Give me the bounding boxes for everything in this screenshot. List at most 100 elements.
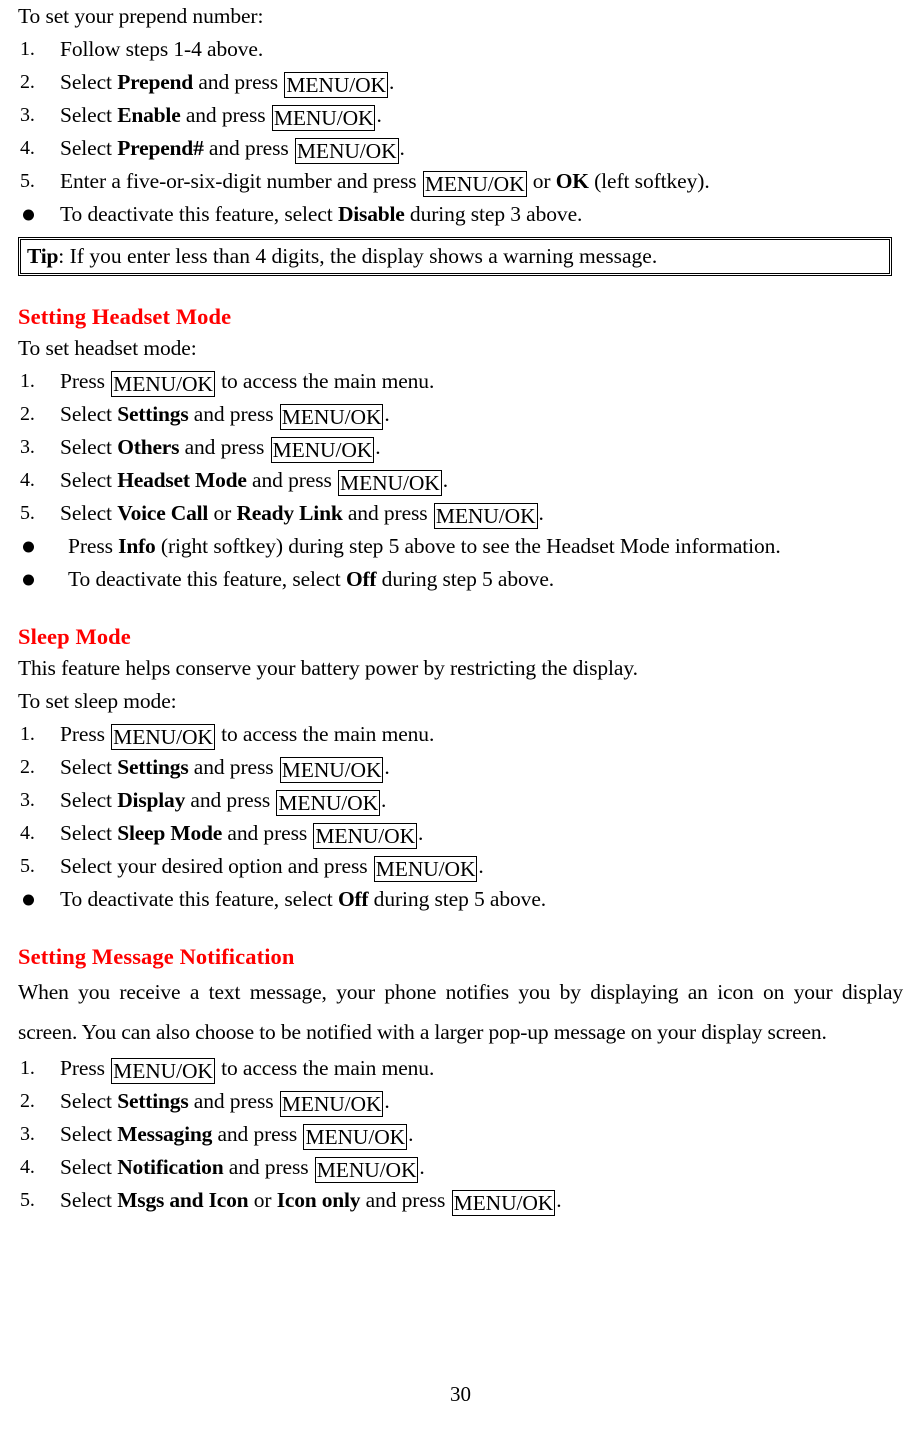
step-text-mid: and press: [185, 788, 276, 812]
step-text-post: .: [384, 1089, 390, 1113]
tip-text: : If you enter less than 4 digits, the d…: [58, 244, 658, 268]
menu-ok-key[interactable]: MENU/OK: [270, 437, 375, 463]
bullet-text-post: (right softkey) during step 5 above to s…: [155, 534, 781, 558]
step-text-tail: (left softkey).: [588, 169, 710, 193]
bullet-icon: [23, 574, 34, 585]
bullet-text-post: during step 3 above.: [404, 202, 583, 226]
notification-paragraph-line-2: screen. You can also choose to be notifi…: [18, 1020, 827, 1044]
step-text-post: .: [375, 435, 381, 459]
sleep-intro: To set sleep mode:: [18, 689, 177, 713]
menu-ok-key[interactable]: MENU/OK: [111, 1058, 215, 1084]
list-item: 2. Select Prepend and press MENU/OK.: [18, 66, 903, 99]
step-text-pre: Select: [60, 435, 118, 459]
bullet-bold-term: Disable: [337, 202, 405, 226]
menu-ok-key[interactable]: MENU/OK: [271, 105, 376, 131]
menu-ok-key[interactable]: MENU/OK: [276, 790, 381, 816]
step-text-mid: and press: [212, 1122, 303, 1146]
document-page: To set your prepend number: 1. Follow st…: [0, 0, 921, 1429]
sleep-steps-list: 1. Press MENU/OK to access the main menu…: [18, 718, 903, 883]
list-item: 4. Select Headset Mode and press MENU/OK…: [18, 464, 903, 497]
step-bold-term: Display: [117, 788, 186, 812]
menu-ok-key[interactable]: MENU/OK: [373, 856, 478, 882]
menu-ok-key[interactable]: MENU/OK: [279, 404, 384, 430]
menu-ok-key[interactable]: MENU/OK: [279, 1091, 384, 1117]
step-text-post: .: [408, 1122, 414, 1146]
step-text-pre: Select: [60, 70, 118, 94]
prepend-steps-list: 1. Follow steps 1-4 above. 2. Select Pre…: [18, 33, 903, 198]
step-text-pre: Press: [60, 369, 111, 393]
list-item: To deactivate this feature, select Off d…: [18, 563, 903, 596]
step-text-post: .: [381, 788, 387, 812]
heading-setting-message-notification: Setting Message Notification: [18, 944, 295, 969]
list-item: 5. Select your desired option and press …: [18, 850, 903, 883]
headset-intro: To set headset mode:: [18, 336, 197, 360]
step-text-post: to access the main menu.: [215, 722, 435, 746]
step-text-post: .: [478, 854, 484, 878]
step-text-post: .: [384, 402, 390, 426]
menu-ok-key[interactable]: MENU/OK: [314, 1157, 419, 1183]
step-text-post: .: [442, 468, 448, 492]
step-text: Follow steps 1-4 above.: [60, 37, 264, 61]
menu-ok-key[interactable]: MENU/OK: [451, 1190, 556, 1216]
step-number: 1.: [20, 38, 35, 60]
menu-ok-key[interactable]: MENU/OK: [111, 371, 215, 397]
step-text-mid: and press: [203, 136, 294, 160]
step-text-pre: Select your desired option and press: [60, 854, 373, 878]
menu-ok-key[interactable]: MENU/OK: [111, 724, 215, 750]
bullet-text-pre: To deactivate this feature, select: [68, 567, 346, 591]
step-bold-term-2: Icon only: [276, 1188, 361, 1212]
menu-ok-key[interactable]: MENU/OK: [313, 823, 418, 849]
step-bold-term: Prepend#: [117, 136, 204, 160]
step-text-mid-2: and press: [342, 501, 433, 525]
tip-box: Tip: If you enter less than 4 digits, th…: [18, 237, 892, 276]
step-bold-term: Sleep Mode: [117, 821, 223, 845]
step-bold-term: Others: [117, 435, 180, 459]
list-item: 2. Select Settings and press MENU/OK.: [18, 751, 903, 784]
sleep-description: This feature helps conserve your battery…: [18, 656, 638, 680]
step-number: 4.: [20, 1156, 35, 1178]
step-text-mid: and press: [188, 402, 279, 426]
step-number: 5.: [20, 1189, 35, 1211]
step-text-pre: Select: [60, 821, 118, 845]
step-text-pre: Select: [60, 136, 118, 160]
heading-setting-headset-mode: Setting Headset Mode: [18, 304, 232, 329]
menu-ok-key[interactable]: MENU/OK: [279, 757, 384, 783]
step-text-post: .: [556, 1188, 562, 1212]
ok-softkey-term: OK: [555, 169, 589, 193]
bullet-icon: [23, 209, 34, 220]
step-number: 4.: [20, 469, 35, 491]
menu-ok-key[interactable]: MENU/OK: [338, 470, 442, 496]
step-number: 2.: [20, 1090, 35, 1112]
menu-ok-key[interactable]: MENU/OK: [303, 1124, 408, 1150]
step-text-post: to access the main menu.: [215, 369, 435, 393]
bullet-text-post: during step 5 above.: [376, 567, 555, 591]
step-bold-term: Settings: [117, 755, 189, 779]
list-item: 1. Press MENU/OK to access the main menu…: [18, 1052, 903, 1085]
step-number: 3.: [20, 104, 35, 126]
step-text-pre: Enter a five-or-six-digit number and pre…: [60, 169, 422, 193]
bullet-bold-term: Off: [337, 887, 369, 911]
step-text-pre: Press: [60, 722, 111, 746]
bullet-bold-term: Off: [345, 567, 377, 591]
list-item: To deactivate this feature, select Off d…: [18, 883, 903, 916]
headset-bullets-list: Press Info (right softkey) during step 5…: [18, 530, 903, 596]
step-bold-term: Msgs and Icon: [117, 1188, 249, 1212]
list-item: 5. Select Msgs and Icon or Icon only and…: [18, 1184, 903, 1217]
heading-sleep-mode: Sleep Mode: [18, 624, 131, 649]
menu-ok-key[interactable]: MENU/OK: [294, 138, 399, 164]
menu-ok-key[interactable]: MENU/OK: [433, 503, 538, 529]
step-bold-term-2: Ready Link: [236, 501, 343, 525]
bullet-icon: [23, 894, 34, 905]
step-text-pre: Select: [60, 1155, 118, 1179]
step-bold-term: Settings: [117, 1089, 189, 1113]
menu-ok-key[interactable]: MENU/OK: [422, 171, 527, 197]
list-item: 2. Select Settings and press MENU/OK.: [18, 398, 903, 431]
headset-steps-list: 1. Press MENU/OK to access the main menu…: [18, 365, 903, 530]
step-bold-term: Settings: [117, 402, 189, 426]
sleep-bullets-list: To deactivate this feature, select Off d…: [18, 883, 903, 916]
menu-ok-key[interactable]: MENU/OK: [284, 72, 388, 98]
step-text-post: .: [399, 136, 405, 160]
step-text-post: .: [388, 70, 395, 94]
step-text-mid: or: [248, 1188, 277, 1212]
